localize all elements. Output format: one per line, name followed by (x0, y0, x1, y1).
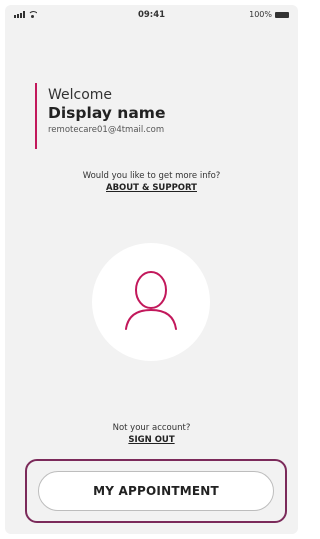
sign-out-link[interactable]: SIGN OUT (5, 435, 298, 445)
phone-screen: 09:41 100% Welcome Display name remoteca… (5, 5, 298, 534)
info-prompt: Would you like to get more info? (82, 171, 221, 181)
welcome-title: Welcome (48, 87, 113, 103)
user-avatar-icon (125, 271, 177, 330)
status-bar: 09:41 100% (5, 5, 298, 27)
user-email: remotecare01@4tmail.com (48, 125, 165, 135)
battery-icon (275, 11, 289, 18)
avatar (92, 243, 210, 361)
status-right: 100% (249, 10, 289, 19)
about-support-link[interactable]: ABOUT & SUPPORT (5, 183, 298, 193)
display-name: Display name (48, 104, 166, 122)
battery-percent: 100% (249, 10, 272, 19)
not-account-prompt: Not your account? (112, 423, 191, 433)
my-appointment-button[interactable]: MY APPOINTMENT (38, 471, 274, 511)
welcome-block: Welcome Display name remotecare01@4tmail… (35, 83, 165, 149)
appointment-highlight: MY APPOINTMENT (25, 459, 287, 523)
